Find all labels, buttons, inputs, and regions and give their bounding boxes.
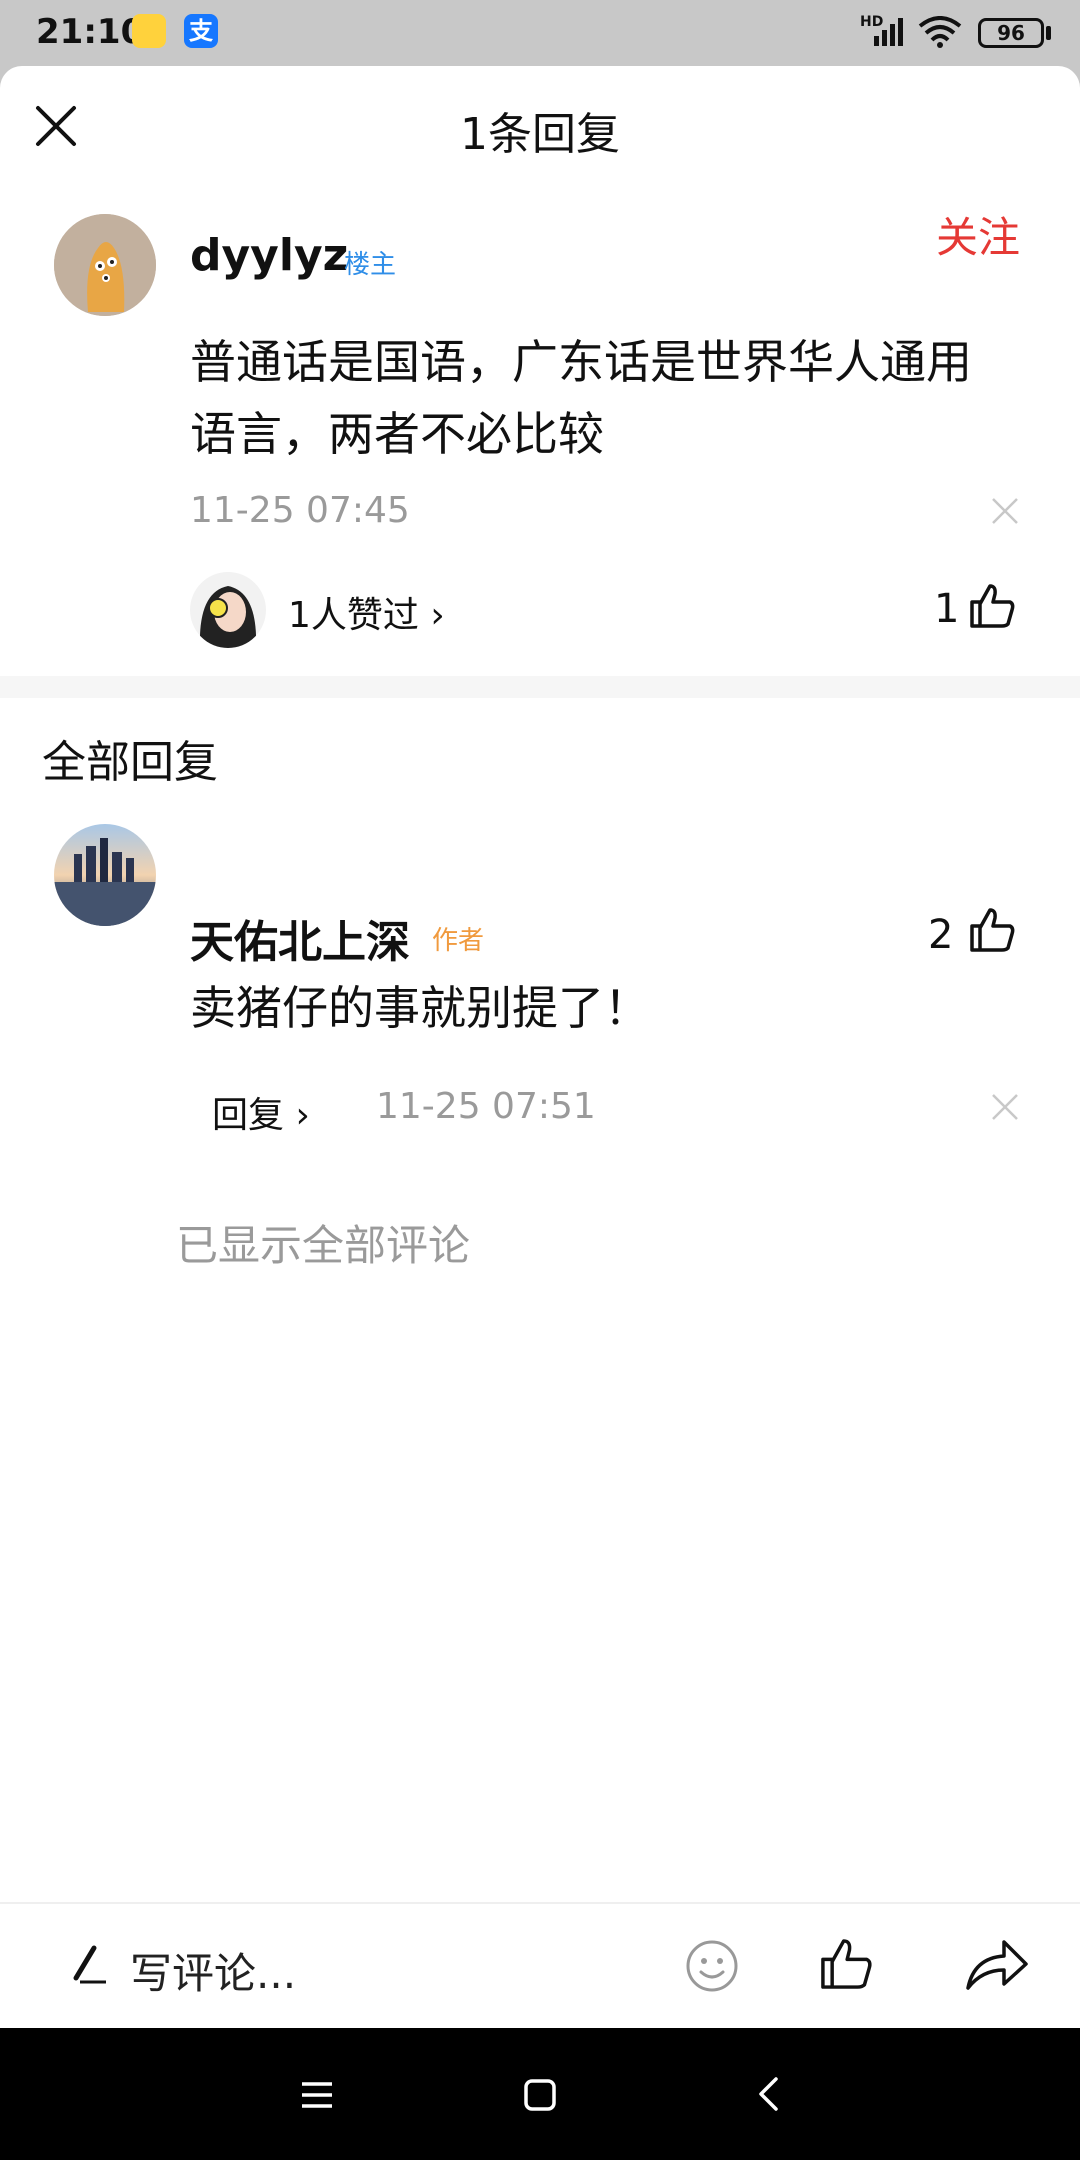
notification-app-icon (132, 14, 166, 48)
pen-icon[interactable] (70, 1942, 110, 1986)
avatar[interactable] (54, 824, 156, 926)
avatar[interactable] (54, 214, 156, 316)
dismiss-icon[interactable] (990, 1092, 1020, 1122)
avatar-image (54, 824, 156, 926)
comment-username[interactable]: dyylyz (190, 230, 348, 281)
follow-button[interactable]: 关注 (936, 204, 1020, 265)
dismiss-icon[interactable] (990, 496, 1020, 526)
like-icon[interactable] (816, 1934, 876, 1994)
avatar-image (54, 214, 156, 316)
alipay-icon: 支 (184, 14, 218, 48)
all-replies-heading: 全部回复 (42, 737, 218, 788)
page-title: 1条回复 (460, 109, 620, 160)
emoji-icon[interactable] (684, 1938, 740, 1994)
write-comment-input[interactable]: 写评论... (130, 1940, 296, 2001)
reply-button[interactable]: 回复 › (212, 1086, 310, 1138)
reply-like-count: 2 (928, 912, 954, 958)
reply-like-icon[interactable] (966, 904, 1018, 956)
like-icon[interactable] (966, 580, 1018, 632)
comment-timestamp: 11-25 07:45 (190, 490, 410, 531)
comment-text: 普通话是国语，广东话是世界华人通用 语言，两者不必比较 (190, 326, 972, 470)
host-badge: 楼主 (344, 250, 397, 280)
status-time: 21:10 (36, 12, 145, 52)
like-count: 1 (934, 586, 960, 632)
liker-avatar[interactable] (190, 572, 266, 648)
comment-input-bar: 写评论... (0, 1902, 1080, 2028)
battery-tip (1046, 26, 1051, 40)
signal-icon (874, 18, 903, 46)
home-icon[interactable] (523, 2078, 557, 2112)
comment-text-line: 普通话是国语，广东话是世界华人通用 (190, 335, 972, 389)
battery-indicator: 96 (978, 18, 1044, 48)
status-bar: 21:10 支 HD 96 (0, 0, 1080, 66)
liker-avatar-image (190, 572, 266, 648)
comment-text-line: 语言，两者不必比较 (190, 407, 604, 461)
menu-icon[interactable] (300, 2080, 334, 2110)
reply-timestamp: 11-25 07:51 (376, 1086, 596, 1127)
author-badge: 作者 (432, 926, 485, 956)
section-divider (0, 676, 1080, 698)
reply-username[interactable]: 天佑北上深 (190, 906, 410, 970)
share-icon[interactable] (964, 1934, 1030, 1994)
reply-sheet: 1条回复 dyylyz 楼主 关注 普通话是国语，广东话是世界华人通用 语言，两… (0, 66, 1080, 2028)
back-icon[interactable] (756, 2076, 780, 2112)
reply-text: 卖猪仔的事就别提了！ (190, 981, 650, 1035)
liked-by-link[interactable]: 1人赞过 › (288, 586, 445, 638)
system-nav-bar (0, 2028, 1080, 2160)
wifi-icon (918, 16, 962, 48)
all-comments-shown-note: 已显示全部评论 (176, 1221, 471, 1270)
